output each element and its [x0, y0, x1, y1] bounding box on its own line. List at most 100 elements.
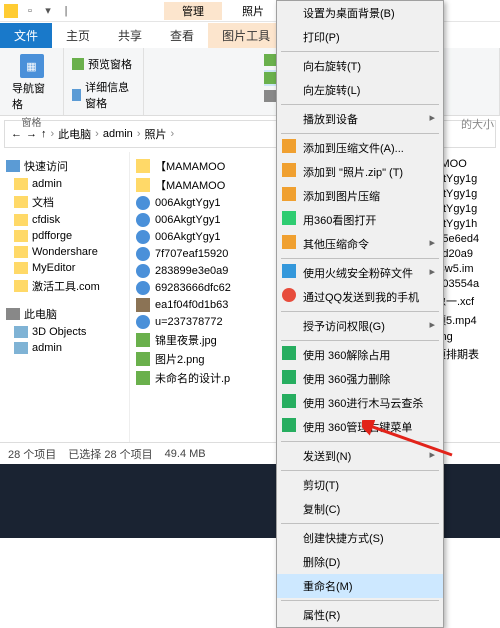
file-icon: [136, 333, 150, 347]
ctx-delete[interactable]: 删除(D): [277, 550, 443, 574]
ctx-add-to-zip[interactable]: 添加到压缩文件(A)...: [277, 136, 443, 160]
360-icon: [282, 346, 296, 360]
tab-share[interactable]: 共享: [104, 23, 156, 48]
ctx-360-scan[interactable]: 使用 360进行木马云查杀: [277, 391, 443, 415]
360-icon: [282, 370, 296, 384]
file-icon: [136, 264, 150, 278]
sidebar-item[interactable]: 文档: [0, 192, 129, 212]
qat-btn[interactable]: ▫: [22, 3, 38, 19]
ctx-360-force-delete[interactable]: 使用 360强力删除: [277, 367, 443, 391]
group-panes-label: 窗格: [22, 114, 42, 129]
window-title: 照片: [242, 3, 264, 19]
sidebar-item[interactable]: pdfforge: [0, 228, 129, 244]
tab-home[interactable]: 主页: [52, 23, 104, 48]
zip-icon: [282, 163, 296, 177]
folder-icon: [14, 214, 28, 226]
ctx-360-unlock[interactable]: 使用 360解除占用: [277, 343, 443, 367]
folder-icon: [14, 196, 28, 208]
details-icon: [72, 89, 81, 101]
ctx-shortcut[interactable]: 创建快捷方式(S): [277, 526, 443, 550]
star-icon: [6, 160, 20, 172]
ctx-rotate-left[interactable]: 向左旋转(L): [277, 78, 443, 102]
ctx-copy[interactable]: 复制(C): [277, 497, 443, 521]
sidebar-item[interactable]: 激活工具.com: [0, 276, 129, 296]
360-icon: [282, 394, 296, 408]
ctx-grant-access[interactable]: 授予访问权限(G)▸: [277, 314, 443, 338]
qq-icon: [282, 288, 296, 302]
zip-icon: [282, 187, 296, 201]
file-icon: [136, 281, 150, 295]
qat-divider: |: [58, 3, 74, 19]
ctx-rotate-right[interactable]: 向右旋转(T): [277, 54, 443, 78]
file-icon: [136, 213, 150, 227]
ctx-other-zip[interactable]: 其他压缩命令▸: [277, 232, 443, 256]
nav-pane-button[interactable]: ▦ 导航窗格: [8, 52, 55, 114]
ctx-shred[interactable]: 使用火绒安全粉碎文件▸: [277, 261, 443, 285]
nav-pane-icon: ▦: [20, 54, 44, 78]
status-count: 28 个项目: [8, 446, 56, 462]
sidebar-item[interactable]: cfdisk: [0, 212, 129, 228]
folder-icon: [14, 246, 28, 258]
details-pane-button[interactable]: 详细信息窗格: [72, 79, 135, 111]
sidebar-item[interactable]: admin: [0, 176, 129, 192]
ctx-set-background[interactable]: 设置为桌面背景(B): [277, 1, 443, 25]
status-selected: 已选择 28 个项目: [68, 446, 152, 462]
crumb-pc[interactable]: 此电脑: [58, 126, 91, 142]
context-menu: 设置为桌面背景(B) 打印(P) 向右旋转(T) 向左旋转(L) 播放到设备▸ …: [276, 0, 444, 628]
sidebar-this-pc[interactable]: 此电脑: [0, 304, 129, 324]
preview-pane-button[interactable]: 预览窗格: [72, 56, 132, 72]
sidebar-item[interactable]: MyEditor: [0, 260, 129, 276]
fwd-icon[interactable]: →: [26, 128, 37, 140]
360-icon: [282, 418, 296, 432]
status-size: 49.4 MB: [165, 448, 206, 460]
pc-icon: [6, 308, 20, 320]
ctx-qq-send[interactable]: 通过QQ发送到我的手机: [277, 285, 443, 309]
sidebar-item[interactable]: Wondershare: [0, 244, 129, 260]
size-hint: 的大小: [461, 116, 494, 132]
ctx-rename[interactable]: 重命名(M): [277, 574, 443, 598]
ctx-open-360view[interactable]: 用360看图打开: [277, 208, 443, 232]
contextual-tab-label: 管理: [164, 2, 222, 20]
folder-icon: [14, 262, 28, 274]
file-icon: [136, 178, 150, 192]
tab-view[interactable]: 查看: [156, 23, 208, 48]
file-icon: [136, 352, 150, 366]
nav-pane-label: 导航窗格: [12, 80, 51, 112]
crumb-user[interactable]: admin: [103, 128, 133, 140]
ctx-360-menu[interactable]: 使用 360管理右键菜单: [277, 415, 443, 439]
folder-icon: [4, 4, 18, 18]
folder-icon: [14, 178, 28, 190]
file-icon: [136, 371, 150, 385]
tab-file[interactable]: 文件: [0, 23, 52, 48]
ctx-add-to-named-zip[interactable]: 添加到 "照片.zip" (T): [277, 160, 443, 184]
zip-icon: [282, 139, 296, 153]
sidebar-item[interactable]: 3D Objects: [0, 324, 129, 340]
crumb-folder[interactable]: 照片: [144, 126, 166, 142]
app-icon: [282, 211, 296, 225]
file-icon: [136, 159, 150, 173]
file-icon: [136, 315, 150, 329]
up-icon[interactable]: ↑: [41, 128, 47, 140]
ctx-properties[interactable]: 属性(R): [277, 603, 443, 627]
folder-icon: [14, 280, 28, 292]
ctx-play-to-device[interactable]: 播放到设备▸: [277, 107, 443, 131]
back-icon[interactable]: ←: [11, 128, 22, 140]
folder-icon: [14, 342, 28, 354]
file-icon: [136, 196, 150, 210]
ctx-cut[interactable]: 剪切(T): [277, 473, 443, 497]
qat-btn[interactable]: ▾: [40, 3, 56, 19]
file-icon: [136, 298, 150, 312]
ctx-add-image-zip[interactable]: 添加到图片压缩: [277, 184, 443, 208]
ctx-print[interactable]: 打印(P): [277, 25, 443, 49]
folder-icon: [14, 230, 28, 242]
preview-icon: [72, 58, 84, 70]
file-icon: [136, 230, 150, 244]
sidebar-item[interactable]: admin: [0, 340, 129, 356]
quick-access-toolbar: ▫ ▾ |: [22, 3, 74, 19]
shield-icon: [282, 264, 296, 278]
sidebar: 快速访问 admin文档cfdiskpdfforgeWondershareMyE…: [0, 152, 130, 442]
tab-picture-tools[interactable]: 图片工具: [208, 23, 284, 48]
sidebar-quick-access[interactable]: 快速访问: [0, 156, 129, 176]
ctx-send-to[interactable]: 发送到(N)▸: [277, 444, 443, 468]
file-icon: [136, 247, 150, 261]
